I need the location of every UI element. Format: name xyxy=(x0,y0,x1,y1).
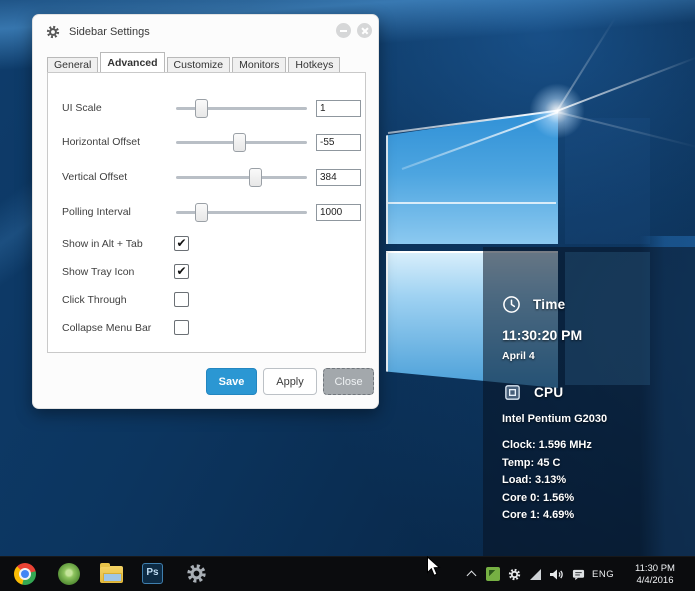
slider-thumb[interactable] xyxy=(194,203,208,222)
ui-scale-slider[interactable] xyxy=(176,99,307,118)
settings-gear-icon[interactable] xyxy=(186,563,207,584)
desktop: Time 11:30:20 PM April 4 CPU Intel Penti… xyxy=(0,0,695,591)
polling-interval-label: Polling Interval xyxy=(62,206,131,218)
tab-customize[interactable]: Customize xyxy=(166,57,231,72)
slider-thumb[interactable] xyxy=(194,99,208,118)
apply-button[interactable]: Apply xyxy=(263,368,317,395)
cpu-stat-temp: Temp: 45 C xyxy=(502,456,561,469)
taskbar-clock[interactable]: 11:30 PM 4/4/2016 xyxy=(620,563,690,586)
windows-logo-reflection xyxy=(388,202,556,204)
language-indicator[interactable]: ENG xyxy=(592,569,614,580)
vertical-offset-label: Vertical Offset xyxy=(62,171,128,183)
clock-icon xyxy=(503,296,520,313)
cpu-widget-header: CPU xyxy=(503,383,563,402)
time-value: 11:30:20 PM xyxy=(502,327,583,343)
gear-icon xyxy=(46,25,60,39)
cpu-stats-list: Clock: 1.596 MHz Temp: 45 C Load: 3.13% … xyxy=(502,437,592,525)
minimize-icon xyxy=(340,30,347,32)
action-center-icon[interactable] xyxy=(572,568,585,581)
cpu-stat-load: Load: 3.13% xyxy=(502,474,567,486)
tray-expand-chevron-icon[interactable] xyxy=(466,570,477,581)
cpu-stat-clock: Clock: 1.596 MHz xyxy=(502,439,592,451)
tab-monitors[interactable]: Monitors xyxy=(232,57,287,72)
tray-sidebar-app-icon[interactable] xyxy=(486,567,500,581)
tray-gear-icon[interactable] xyxy=(508,568,521,581)
click-through-label: Click Through xyxy=(62,294,127,306)
close-dialog-button[interactable]: Close xyxy=(323,368,374,395)
polling-interval-slider[interactable] xyxy=(176,203,307,222)
settings-panel: UI Scale Horizontal Offset Vertical Offs… xyxy=(47,72,366,353)
sidebar-widget-panel: Time 11:30:20 PM April 4 CPU Intel Penti… xyxy=(483,247,695,556)
show-tray-icon-label: Show Tray Icon xyxy=(62,266,135,278)
save-button[interactable]: Save xyxy=(206,368,257,395)
slider-thumb[interactable] xyxy=(232,133,246,152)
vertical-offset-slider[interactable] xyxy=(176,168,307,187)
click-through-checkbox[interactable] xyxy=(174,292,189,307)
horizontal-offset-slider[interactable] xyxy=(176,133,307,152)
cpu-chip-icon xyxy=(505,385,520,400)
ui-scale-input[interactable] xyxy=(316,100,361,117)
cpu-processor-name: Intel Pentium G2030 xyxy=(502,413,608,425)
photoshop-icon[interactable]: Ps xyxy=(142,563,163,584)
vertical-offset-input[interactable] xyxy=(316,169,361,186)
time-date: April 4 xyxy=(502,350,535,362)
horizontal-offset-label: Horizontal Offset xyxy=(62,136,141,148)
clock-time: 11:30 PM xyxy=(635,563,675,574)
horizontal-offset-input[interactable] xyxy=(316,134,361,151)
tab-advanced[interactable]: Advanced xyxy=(100,52,165,72)
mouse-cursor xyxy=(427,556,441,576)
tab-general[interactable]: General xyxy=(47,57,99,72)
cpu-stat-core1: Core 1: 4.69% xyxy=(502,509,575,521)
time-widget-header: Time xyxy=(502,295,565,314)
minimize-button[interactable] xyxy=(336,23,351,38)
cpu-widget-title: CPU xyxy=(534,385,564,400)
network-icon[interactable] xyxy=(529,568,542,581)
tab-hotkeys[interactable]: Hotkeys xyxy=(288,57,341,72)
speaker-icon[interactable] xyxy=(549,568,563,581)
clock-date: 4/4/2016 xyxy=(636,574,674,586)
file-explorer-icon[interactable] xyxy=(100,563,123,583)
green-app-icon[interactable] xyxy=(58,563,80,585)
dialog-titlebar[interactable]: Sidebar Settings xyxy=(33,15,378,49)
slider-thumb[interactable] xyxy=(248,168,262,187)
show-in-alt-tab-checkbox[interactable]: ✔ xyxy=(174,236,189,251)
collapse-menu-bar-label: Collapse Menu Bar xyxy=(62,322,152,334)
cpu-stat-core0: Core 0: 1.56% xyxy=(502,491,575,504)
show-tray-icon-checkbox[interactable]: ✔ xyxy=(174,264,189,279)
time-widget-title: Time xyxy=(533,297,566,312)
chrome-icon[interactable] xyxy=(14,563,36,585)
polling-interval-input[interactable] xyxy=(316,204,361,221)
sidebar-settings-dialog: Sidebar Settings General Advanced Custom… xyxy=(32,14,379,409)
collapse-menu-bar-checkbox[interactable] xyxy=(174,320,189,335)
close-button[interactable] xyxy=(357,23,372,38)
dialog-title: Sidebar Settings xyxy=(69,26,150,38)
taskbar: Ps ENG 11:30 PM 4/4/2016 xyxy=(0,556,695,591)
ui-scale-label: UI Scale xyxy=(62,102,102,114)
tab-bar: General Advanced Customize Monitors Hotk… xyxy=(47,52,342,72)
show-in-alt-tab-label: Show in Alt + Tab xyxy=(62,238,143,250)
